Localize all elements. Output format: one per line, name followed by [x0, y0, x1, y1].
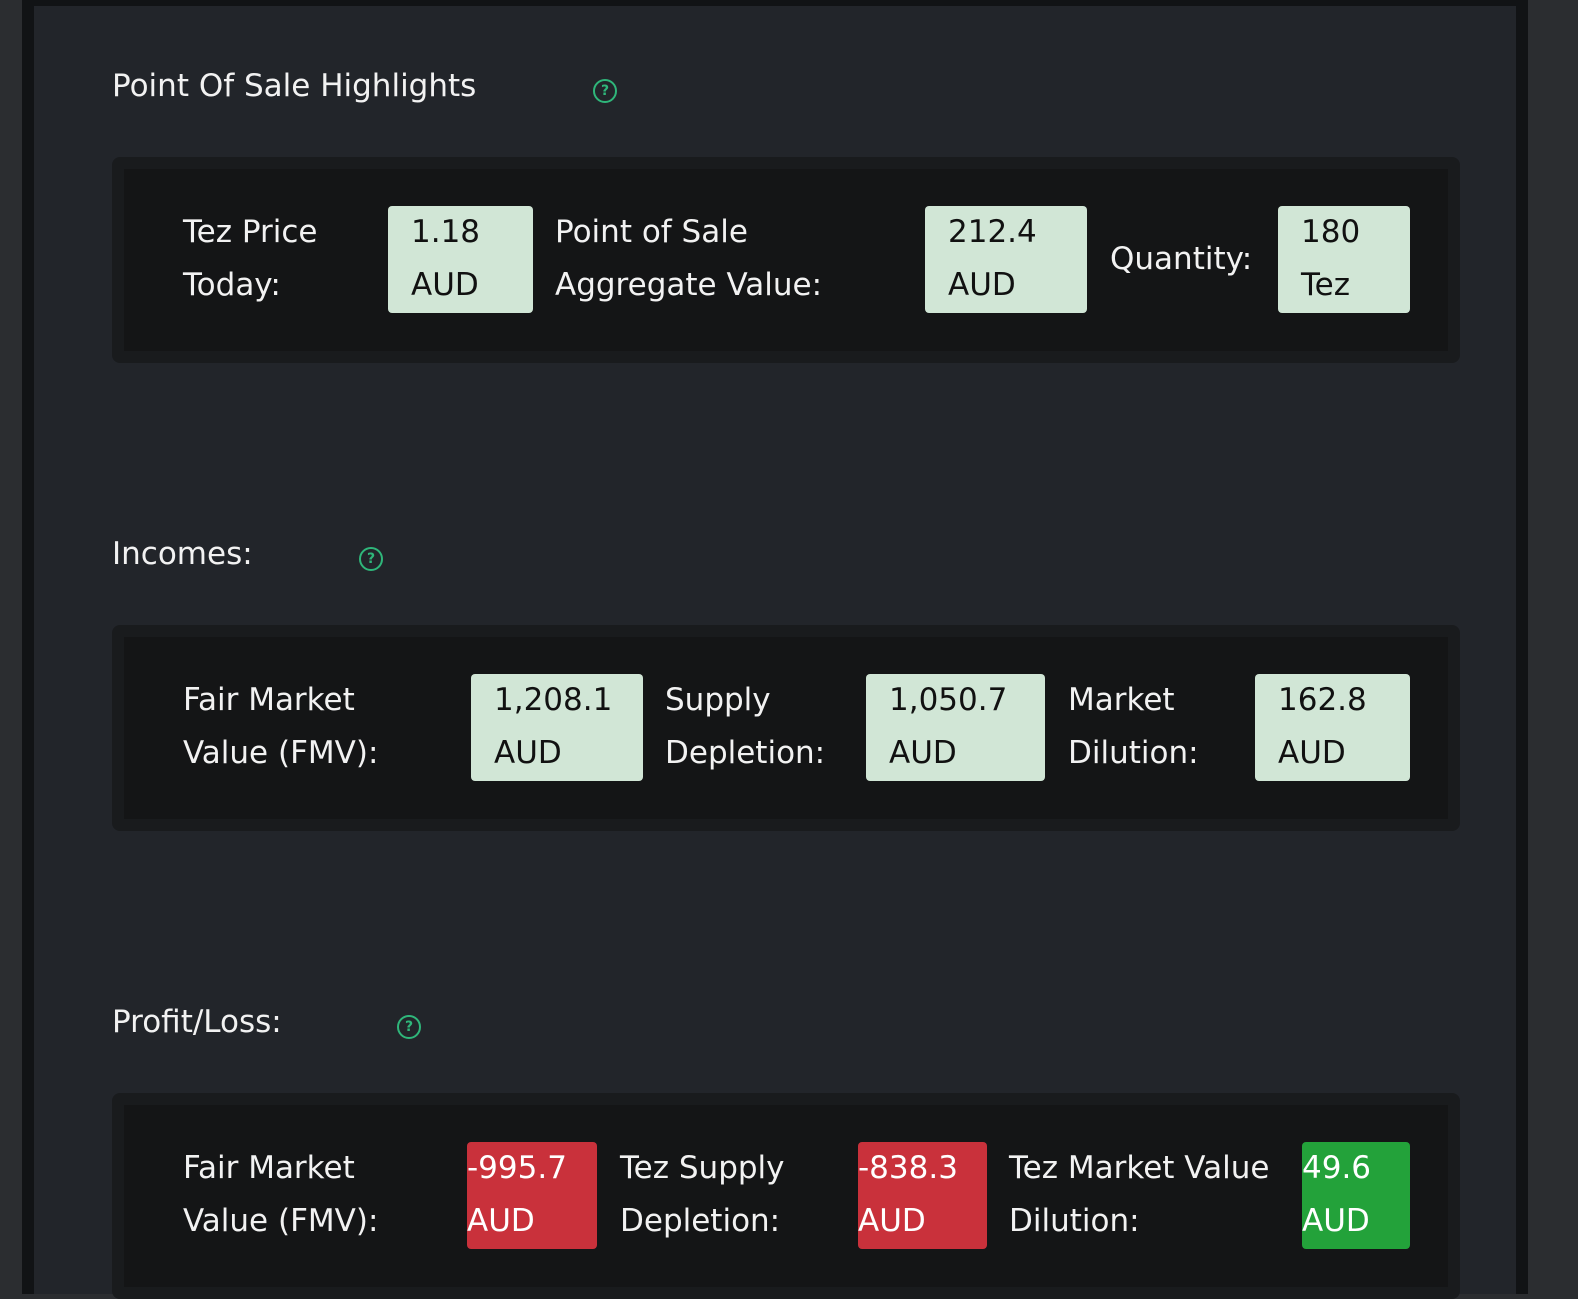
income-supply-depletion-label: Supply Depletion:: [665, 682, 826, 771]
incomes-title: Incomes:: [112, 536, 253, 572]
highlights-title: Point Of Sale Highlights: [112, 68, 477, 104]
incomes-card-body: Fair Market Value (FMV): 1,208.1 AUD Sup…: [124, 637, 1448, 819]
income-market-dilution-value: 162.8 AUD: [1255, 674, 1410, 781]
app-frame: Point Of Sale Highlights ? Tez Price Tod…: [22, 0, 1528, 1299]
quantity-label: Quantity:: [1110, 241, 1253, 277]
pl-fmv-value: -995.7 AUD: [467, 1142, 597, 1249]
income-fmv-label: Fair Market Value (FMV):: [183, 682, 379, 771]
help-icon[interactable]: ?: [359, 547, 383, 571]
highlights-card-body: Tez Price Today: 1.18 AUD Point of Sale …: [124, 169, 1448, 351]
income-market-dilution-label: Market Dilution:: [1068, 682, 1199, 771]
pl-market-dilution-label: Tez Market Value Dilution:: [1009, 1150, 1270, 1239]
pos-aggregate-value-label: Point of Sale Aggregate Value:: [555, 214, 823, 303]
income-fmv-value: 1,208.1 AUD: [471, 674, 643, 781]
highlights-card: Tez Price Today: 1.18 AUD Point of Sale …: [112, 157, 1460, 363]
help-icon[interactable]: ?: [593, 79, 617, 103]
pos-aggregate-value: 212.4 AUD: [925, 206, 1087, 313]
profit-loss-title: Profit/Loss:: [112, 1004, 282, 1040]
tez-price-label: Tez Price Today:: [183, 214, 318, 303]
tez-price-value: 1.18 AUD: [388, 206, 533, 313]
tax-summary-panel: Point Of Sale Highlights ? Tez Price Tod…: [34, 6, 1516, 1299]
help-icon[interactable]: ?: [397, 1015, 421, 1039]
pl-fmv-label: Fair Market Value (FMV):: [183, 1150, 379, 1239]
incomes-card: Fair Market Value (FMV): 1,208.1 AUD Sup…: [112, 625, 1460, 831]
pl-market-dilution-value: 49.6 AUD: [1302, 1142, 1410, 1249]
quantity-value: 180 Tez: [1278, 206, 1410, 313]
profit-loss-card-body: Fair Market Value (FMV): -995.7 AUD Tez …: [124, 1105, 1448, 1287]
pl-supply-depletion-value: -838.3 AUD: [858, 1142, 987, 1249]
income-supply-depletion-value: 1,050.7 AUD: [866, 674, 1045, 781]
profit-loss-card: Fair Market Value (FMV): -995.7 AUD Tez …: [112, 1093, 1460, 1299]
pl-supply-depletion-label: Tez Supply Depletion:: [620, 1150, 785, 1239]
